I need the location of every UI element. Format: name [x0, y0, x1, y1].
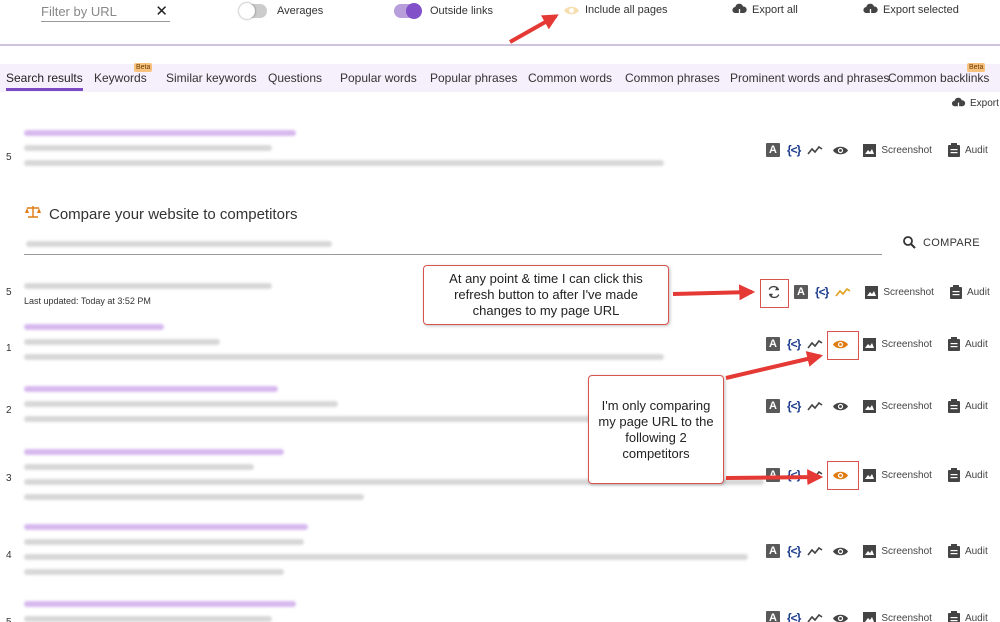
arrow-refresh: [672, 284, 756, 301]
arrow-eye-3: [725, 469, 824, 486]
arrow-include-all-pages: [509, 14, 559, 44]
arrow-eye-1: [725, 351, 824, 380]
annotation-arrows: [509, 14, 824, 486]
